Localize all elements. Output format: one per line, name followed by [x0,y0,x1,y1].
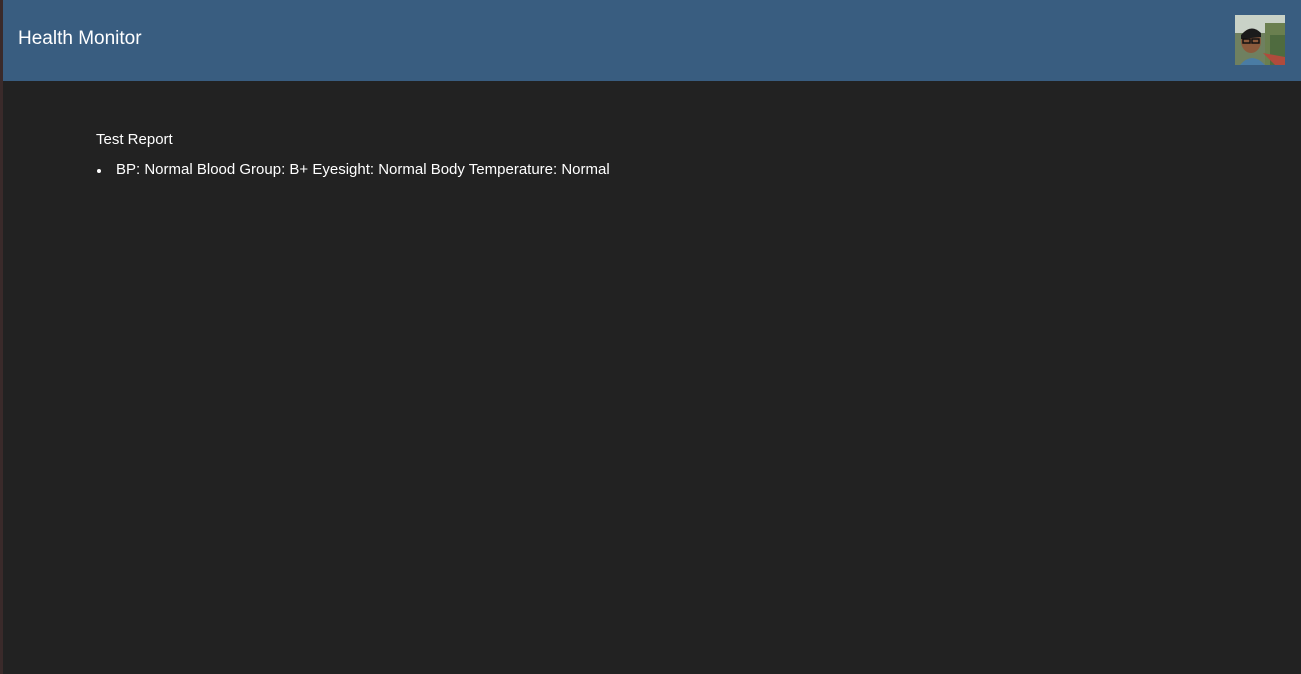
report-list: BP: Normal Blood Group: B+ Eyesight: Nor… [96,161,610,179]
top-app-bar: Health Monitor [3,0,1301,81]
app-window: Health Monitor Test Report BP: Normal Bl… [0,0,1301,674]
report-item-text: BP: Normal Blood Group: B+ Eyesight: Nor… [116,161,610,178]
user-avatar[interactable] [1235,15,1285,65]
section-title: Test Report [96,131,173,148]
app-title: Health Monitor [18,28,142,49]
profile-photo-icon [1235,15,1285,65]
report-content: Test Report BP: Normal Blood Group: B+ E… [96,131,610,179]
bullet-icon [97,169,101,173]
list-item: BP: Normal Blood Group: B+ Eyesight: Nor… [96,161,610,179]
